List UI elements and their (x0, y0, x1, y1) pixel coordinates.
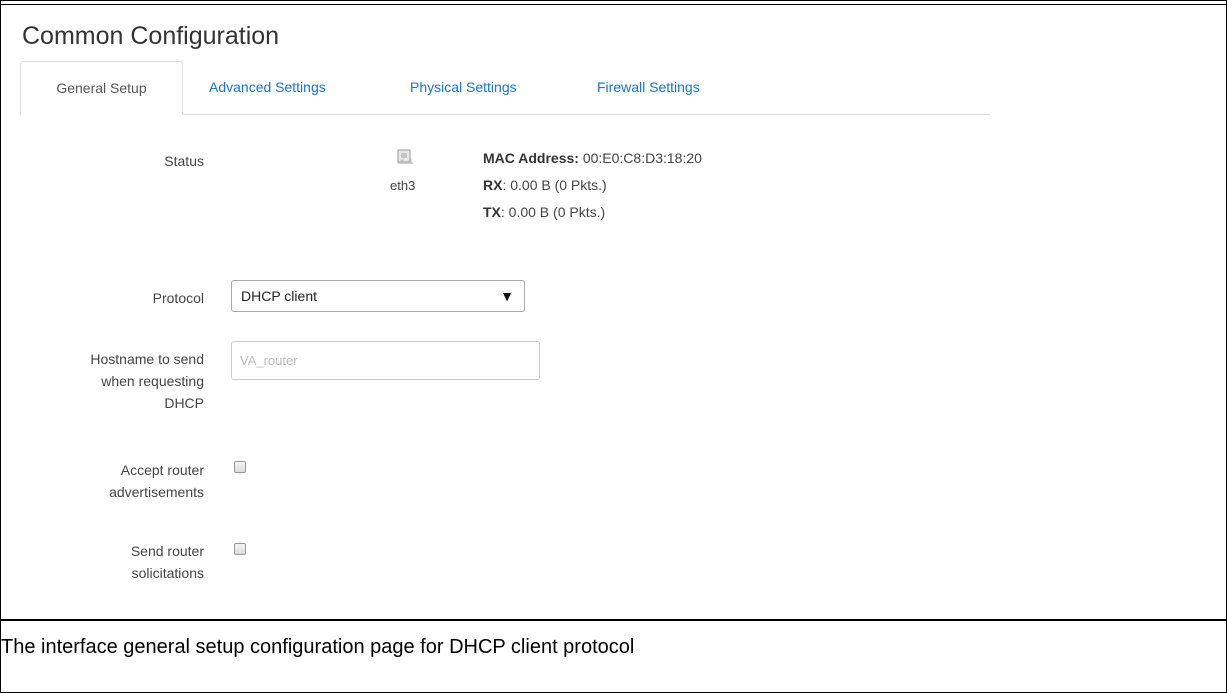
rx-line: RX: 0.00 B (0 Pkts.) (483, 177, 607, 193)
send-rs-label: Send router solicitations (131, 540, 204, 584)
status-label: Status (164, 153, 204, 169)
tx-label: TX (483, 204, 501, 220)
status-device-name: eth3 (390, 178, 416, 193)
tx-line: TX: 0.00 B (0 Pkts.) (483, 204, 605, 220)
tab-firewall-settings[interactable]: Firewall Settings (597, 61, 700, 114)
mac-address-line: MAC Address: 00:E0:C8:D3:18:20 (483, 150, 702, 166)
dropdown-arrow-icon: ▼ (500, 288, 514, 304)
hostname-label-line-2: when requesting (101, 373, 204, 389)
protocol-select[interactable]: DHCP client ▼ (231, 280, 525, 312)
send-rs-checkbox[interactable] (234, 543, 246, 555)
accept-ra-label-line-1: Accept router (120, 462, 204, 478)
hostname-input[interactable] (231, 341, 540, 380)
tab-bar: General Setup Advanced Settings Physical… (20, 61, 990, 115)
protocol-label: Protocol (152, 290, 204, 306)
send-rs-label-line-1: Send router (130, 543, 204, 559)
accept-ra-label-line-2: advertisements (109, 484, 204, 500)
protocol-selected-value: DHCP client (241, 288, 317, 304)
send-rs-label-line-2: solicitations (131, 565, 204, 581)
hostname-label-line-1: Hostname to send (90, 351, 204, 367)
rx-value: : 0.00 B (0 Pkts.) (502, 177, 607, 193)
accept-ra-checkbox[interactable] (234, 461, 246, 473)
hostname-label-line-3: DHCP (164, 395, 204, 411)
page-title: Common Configuration (22, 22, 280, 50)
tab-general-setup[interactable]: General Setup (20, 61, 183, 115)
accept-ra-label: Accept router advertisements (109, 459, 204, 503)
tab-physical-settings[interactable]: Physical Settings (410, 61, 517, 114)
rx-label: RX (483, 177, 503, 193)
figure-caption: The interface general setup configuratio… (1, 636, 635, 658)
tx-value: : 0.00 B (0 Pkts.) (500, 204, 606, 220)
mac-address-value: 00:E0:C8:D3:18:20 (578, 150, 702, 166)
mac-address-label: MAC Address: (483, 150, 579, 166)
hostname-label: Hostname to send when requesting DHCP (90, 348, 204, 414)
caption-divider (0, 620, 1227, 621)
ethernet-port-icon (397, 149, 413, 164)
tab-advanced-settings[interactable]: Advanced Settings (209, 61, 326, 114)
